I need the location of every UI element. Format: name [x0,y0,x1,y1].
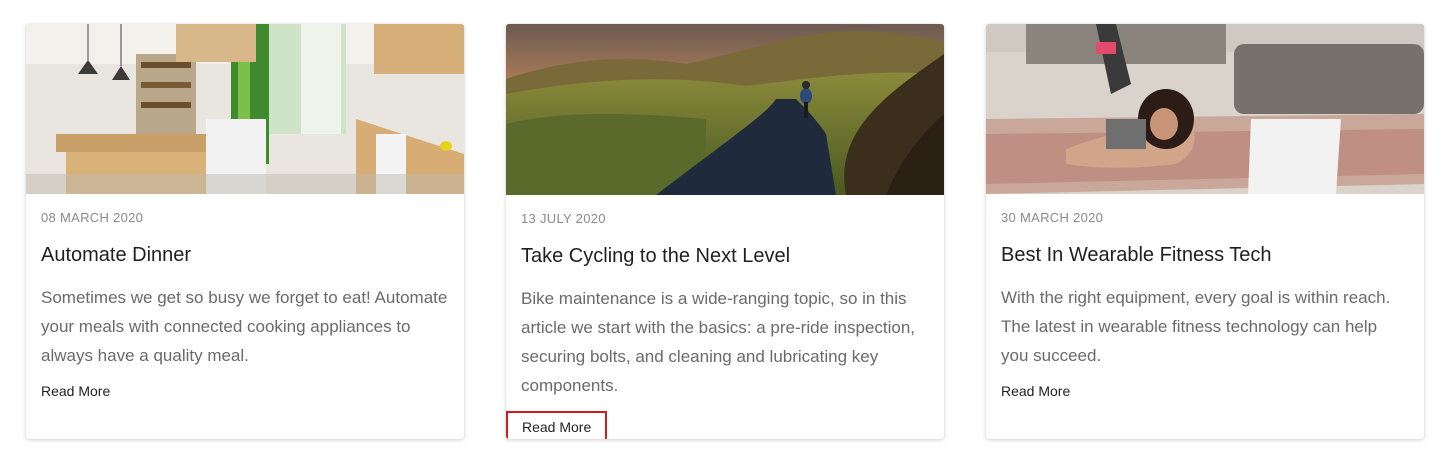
kitchen-image[interactable] [26,24,464,194]
fitness-image[interactable] [986,24,1424,194]
blog-card: 30 MARCH 2020 Best In Wearable Fitness T… [986,24,1424,439]
blog-card: 08 MARCH 2020 Automate Dinner Sometimes … [26,24,464,439]
post-excerpt: Sometimes we get so busy we forget to ea… [41,288,448,365]
read-more-link[interactable]: Read More [506,411,608,439]
post-title[interactable]: Automate Dinner [41,243,449,267]
post-date: 30 MARCH 2020 [1001,210,1104,225]
read-more-link[interactable]: Read More [1001,383,1070,399]
read-more-link[interactable]: Read More [41,383,110,399]
post-title[interactable]: Best In Wearable Fitness Tech [1001,243,1409,267]
post-title[interactable]: Take Cycling to the Next Level [521,244,929,268]
post-excerpt: Bike maintenance is a wide-ranging topic… [521,289,916,395]
blog-card: 13 JULY 2020 Take Cycling to the Next Le… [506,24,944,439]
post-excerpt: With the right equipment, every goal is … [1001,288,1391,365]
post-date: 13 JULY 2020 [521,211,606,226]
cycling-image[interactable] [506,24,944,195]
post-date: 08 MARCH 2020 [41,210,144,225]
